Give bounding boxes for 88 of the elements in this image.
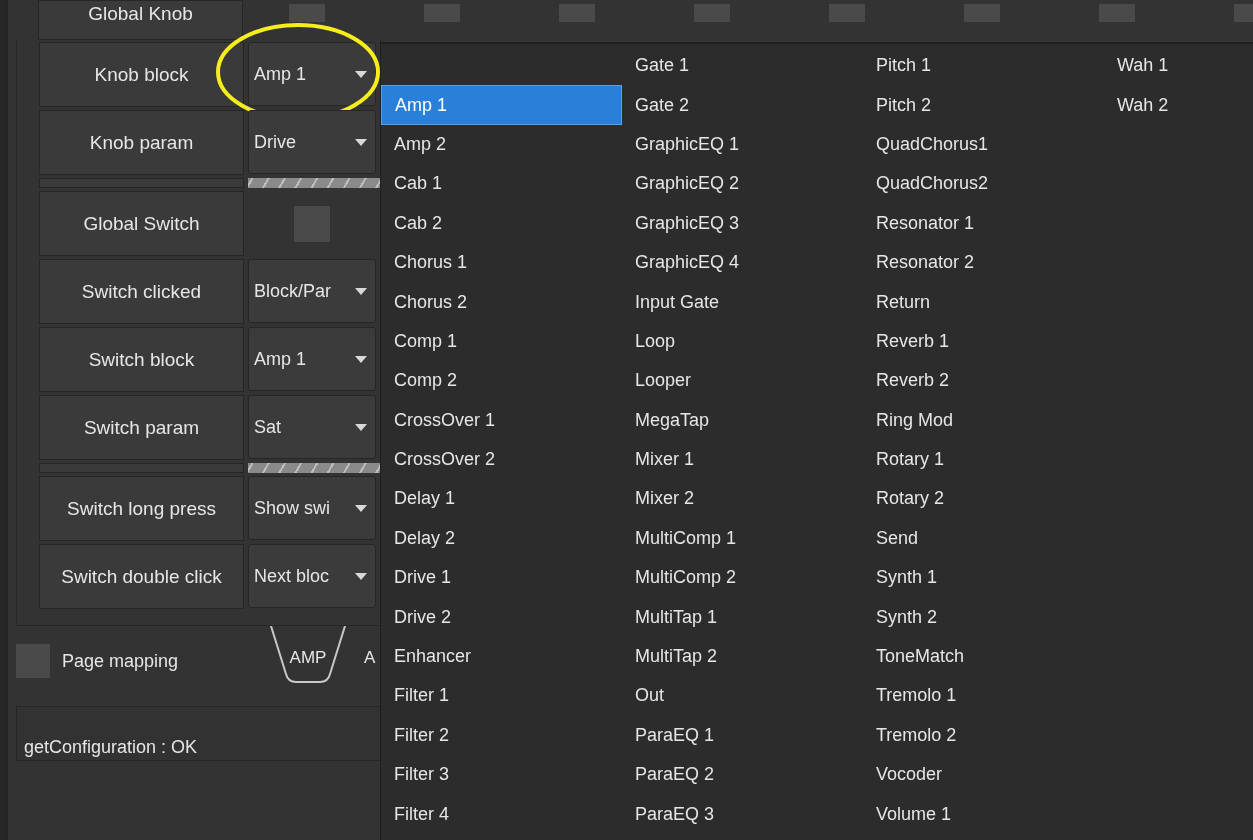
menu-item[interactable]: Ring Mod <box>863 400 1104 440</box>
menu-item[interactable]: Wah 2 <box>1104 85 1253 125</box>
menu-item[interactable]: CrossOver 1 <box>381 400 622 440</box>
menu-item[interactable]: QuadChorus1 <box>863 124 1104 165</box>
dropdown[interactable]: Next bloc <box>248 544 376 608</box>
setting-label: Global Knob <box>38 0 243 40</box>
menu-item[interactable]: GraphicEQ 1 <box>622 124 863 165</box>
menu-item[interactable]: ParaEQ 2 <box>622 755 863 795</box>
menu-item[interactable]: GraphicEQ 2 <box>622 164 863 204</box>
menu-item[interactable]: Gate 1 <box>622 46 863 86</box>
caret-icon <box>355 423 367 431</box>
menu-item[interactable]: Chorus 2 <box>381 282 622 322</box>
menu-item[interactable]: QuadChorus2 <box>863 164 1104 204</box>
menu-item[interactable]: Comp 1 <box>381 321 622 362</box>
menu-item[interactable]: Filter 2 <box>381 715 622 756</box>
dropdown[interactable]: Block/Par <box>248 259 376 323</box>
menu-item[interactable]: Rotary 1 <box>863 439 1104 480</box>
menu-item[interactable]: ParaEQ 3 <box>622 794 863 834</box>
menu-item[interactable]: Return <box>863 282 1104 322</box>
menu-item[interactable]: Input Gate <box>622 282 863 322</box>
menu-item[interactable]: Amp 1 <box>381 85 622 125</box>
menu-item[interactable]: MultiComp 2 <box>622 558 863 598</box>
menu-item[interactable]: Cab 1 <box>381 164 622 204</box>
menu-item[interactable]: Synth 2 <box>863 597 1104 637</box>
menu-item[interactable]: Comp 2 <box>381 361 622 401</box>
dropdown[interactable]: Amp 1 <box>248 327 376 391</box>
menu-item[interactable]: Vocoder <box>863 755 1104 795</box>
dropdown[interactable]: Sat <box>248 395 376 459</box>
setting-label: Switch double click <box>39 544 244 609</box>
dropdown[interactable]: Amp 1 <box>248 42 376 106</box>
caret-icon <box>355 504 367 512</box>
menu-item[interactable]: Amp 2 <box>381 124 622 165</box>
caret-icon <box>355 572 367 580</box>
tab[interactable]: AMP <box>270 626 346 684</box>
dropdown[interactable]: Show swi <box>248 476 376 540</box>
setting-label: Switch param <box>39 395 244 460</box>
menu-item[interactable]: GraphicEQ 3 <box>622 203 863 243</box>
checkbox[interactable] <box>289 4 325 22</box>
menu-item[interactable]: GraphicEQ 4 <box>622 242 863 283</box>
menu-item[interactable]: Filter 3 <box>381 755 622 795</box>
menu-item[interactable]: Gate 2 <box>622 85 863 125</box>
menu-item[interactable]: CrossOver 2 <box>381 439 622 480</box>
setting-label: Switch block <box>39 327 244 392</box>
menu-item[interactable]: Reverb 2 <box>863 361 1104 401</box>
menu-item[interactable]: MultiTap 1 <box>622 597 863 637</box>
menu-item[interactable]: Filter 1 <box>381 676 622 716</box>
menu-item[interactable]: Drive 2 <box>381 597 622 637</box>
menu-item[interactable]: MegaTap <box>622 400 863 440</box>
setting-label: Switch long press <box>39 476 244 541</box>
menu-item[interactable]: Drive 1 <box>381 558 622 598</box>
menu-item[interactable]: Looper <box>622 361 863 401</box>
dropdown[interactable]: Drive <box>248 110 376 174</box>
caret-icon <box>355 355 367 363</box>
menu-item[interactable]: Mixer 2 <box>622 479 863 519</box>
menu-item[interactable]: Out <box>622 676 863 716</box>
menu-item[interactable]: Filter 4 <box>381 794 622 834</box>
menu-item[interactable]: Tremolo 1 <box>863 676 1104 716</box>
caret-icon <box>355 287 367 295</box>
menu-item[interactable]: Resonator 2 <box>863 242 1104 283</box>
menu-item[interactable]: ParaEQ 1 <box>622 715 863 756</box>
menu-item[interactable]: Chorus 1 <box>381 242 622 283</box>
menu-item[interactable]: MultiComp 1 <box>622 518 863 559</box>
menu-item[interactable]: Resonator 1 <box>863 203 1104 243</box>
menu-item[interactable]: Enhancer <box>381 636 622 677</box>
setting-label: Knob param <box>39 110 244 175</box>
menu-item[interactable]: Pitch 1 <box>863 46 1104 86</box>
menu-item[interactable]: Cab 2 <box>381 203 622 243</box>
menu-item[interactable]: Send <box>863 518 1104 559</box>
menu-item[interactable]: MultiTap 2 <box>622 636 863 677</box>
status-text: getConfiguration : OK <box>24 737 198 758</box>
caret-icon <box>355 70 367 78</box>
menu-item[interactable]: Delay 2 <box>381 518 622 559</box>
menu-item[interactable]: Reverb 1 <box>863 321 1104 362</box>
setting-label: Global Switch <box>39 191 244 256</box>
checkbox-label: Page mapping <box>62 650 179 672</box>
caret-icon <box>355 138 367 146</box>
menu-item[interactable]: Volume 1 <box>863 794 1104 834</box>
menu-item[interactable]: Loop <box>622 321 863 362</box>
menu-item[interactable]: ToneMatch <box>863 636 1104 677</box>
setting-label: Switch clicked <box>39 259 244 324</box>
menu-item[interactable]: Mixer 1 <box>622 439 863 480</box>
setting-label: Knob block <box>39 42 244 107</box>
menu-item[interactable]: Rotary 2 <box>863 479 1104 519</box>
menu-item[interactable]: Pitch 2 <box>863 85 1104 125</box>
menu-item[interactable]: Wah 1 <box>1104 46 1253 86</box>
menu-item[interactable]: Synth 1 <box>863 558 1104 598</box>
menu-item[interactable]: Delay 1 <box>381 479 622 519</box>
menu-item[interactable]: Tremolo 2 <box>863 715 1104 756</box>
